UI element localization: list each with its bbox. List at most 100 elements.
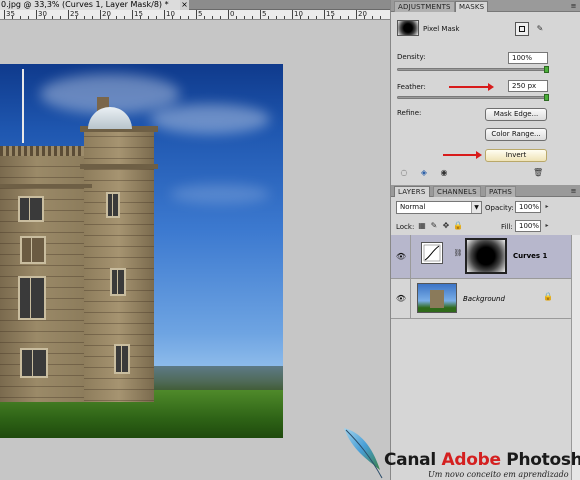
ruler-minor-tick <box>188 16 189 19</box>
layer-mask-thumbnail[interactable] <box>465 238 507 274</box>
pixel-mask-icon[interactable] <box>515 22 529 36</box>
document-window: 0.jpg @ 33,3% (Curves 1, Layer Mask/8) *… <box>0 0 390 480</box>
ruler-minor-tick <box>252 16 253 19</box>
close-tab-icon[interactable]: × <box>180 0 189 10</box>
color-range-button[interactable]: Color Range... <box>485 128 547 141</box>
vector-mask-icon[interactable]: ✎ <box>535 24 545 34</box>
ruler-minor-tick <box>84 16 85 19</box>
ruler-minor-tick <box>212 16 213 19</box>
ruler-minor-tick <box>148 16 149 19</box>
panel-menu-icon[interactable]: ≡ <box>569 2 578 10</box>
ruler-tick <box>196 10 197 19</box>
ruler-minor-tick <box>284 16 285 19</box>
tab-layers[interactable]: LAYERS <box>394 186 430 197</box>
density-slider-knob[interactable] <box>544 66 549 73</box>
ruler-tick <box>356 10 357 19</box>
blend-mode-value: Normal <box>400 203 426 211</box>
opacity-label: Opacity: <box>485 204 514 212</box>
density-field[interactable]: 100% <box>508 52 548 64</box>
roof-balustrade <box>0 146 84 156</box>
ruler-minor-tick <box>348 16 349 19</box>
ruler-number: 10 <box>294 10 303 18</box>
ruler-tick <box>228 10 229 19</box>
ruler-tick <box>292 10 293 19</box>
feather-slider-knob[interactable] <box>544 94 549 101</box>
load-selection-icon[interactable]: ◌ <box>399 168 409 178</box>
ruler-minor-tick <box>300 16 301 19</box>
apply-mask-icon[interactable]: ◈ <box>419 168 429 178</box>
density-slider[interactable] <box>397 68 549 71</box>
mask-thumbnail <box>397 20 419 36</box>
ruler-tick <box>324 10 325 19</box>
layer-name[interactable]: Background <box>463 295 505 303</box>
canvas-area[interactable] <box>0 21 390 480</box>
ruler-number: 35 <box>6 10 15 18</box>
feather-label: Feather: <box>397 83 426 91</box>
brand-tagline: Um novo conceito em aprendizado <box>428 470 569 479</box>
horizontal-ruler: 35 30 25 20 15 10 5 0 5 10 15 20 <box>0 10 390 20</box>
fill-chevron-icon[interactable]: ▸ <box>542 221 552 231</box>
mask-edge-button[interactable]: Mask Edge... <box>485 108 547 121</box>
fill-field[interactable]: 100% <box>515 220 541 232</box>
layer-row-curves[interactable]: 👁 ⛓ Curves 1 <box>391 235 571 279</box>
ruler-number: 10 <box>166 10 175 18</box>
ruler-tick <box>68 10 69 19</box>
ruler-minor-tick <box>124 16 125 19</box>
tab-channels[interactable]: CHANNELS <box>433 186 481 197</box>
ruler-number: 15 <box>326 10 335 18</box>
ruler-minor-tick <box>76 16 77 19</box>
ruler-tick <box>4 10 5 19</box>
lock-label: Lock: <box>396 223 415 231</box>
ruler-minor-tick <box>172 16 173 19</box>
opacity-chevron-icon[interactable]: ▸ <box>542 202 552 212</box>
ruler-number: 5 <box>198 10 203 18</box>
lock-position-icon[interactable]: ✥ <box>441 221 451 231</box>
eye-icon[interactable]: 👁 <box>395 294 407 304</box>
lock-icon: 🔒 <box>543 292 553 301</box>
tab-adjustments[interactable]: ADJUSTMENTS <box>394 1 455 12</box>
delete-mask-icon[interactable]: 🗑 <box>533 168 543 178</box>
panel-dock: ADJUSTMENTS MASKS ≡ Pixel Mask ✎ Density… <box>390 0 580 480</box>
document-tab[interactable]: 0.jpg @ 33,3% (Curves 1, Layer Mask/8) * <box>0 0 185 10</box>
lock-image-icon[interactable]: ✎ <box>429 221 439 231</box>
layers-menu-icon[interactable]: ≡ <box>569 187 578 195</box>
layer-name[interactable]: Curves 1 <box>513 252 547 260</box>
visibility-mask-icon[interactable]: ◉ <box>439 168 449 178</box>
annotation-arrow-feather <box>449 83 494 91</box>
ruler-minor-tick <box>268 16 269 19</box>
ruler-minor-tick <box>332 16 333 19</box>
link-icon[interactable]: ⛓ <box>453 248 463 258</box>
density-label: Density: <box>397 53 426 61</box>
watermark: Canal Adobe Photoshop Um novo conceito e… <box>338 424 580 480</box>
ruler-tick <box>100 10 101 19</box>
feather-slider[interactable] <box>397 96 549 99</box>
brand-canal: Canal <box>384 450 442 470</box>
ruler-minor-tick <box>308 16 309 19</box>
ruler-minor-tick <box>60 16 61 19</box>
tab-masks[interactable]: MASKS <box>455 1 489 12</box>
lock-transparent-icon[interactable]: ▦ <box>417 221 427 231</box>
brand-adobe: Adobe <box>441 450 501 470</box>
ruler-minor-tick <box>380 16 381 19</box>
blend-mode-select[interactable]: Normal ▼ <box>396 201 482 214</box>
invert-button[interactable]: Invert <box>485 149 547 162</box>
ruler-minor-tick <box>52 16 53 19</box>
feather-field[interactable]: 250 px <box>508 80 548 92</box>
photo-canvas[interactable] <box>0 64 283 438</box>
lock-all-icon[interactable]: 🔒 <box>453 221 463 231</box>
ruler-tick <box>260 10 261 19</box>
ruler-tick <box>36 10 37 19</box>
ruler-minor-tick <box>276 16 277 19</box>
ruler-minor-tick <box>12 16 13 19</box>
eye-icon[interactable]: 👁 <box>395 252 407 262</box>
feather-logo-icon <box>344 428 383 479</box>
tab-paths[interactable]: PATHS <box>485 186 517 197</box>
flagpole <box>22 69 24 143</box>
ruler-minor-tick <box>236 16 237 19</box>
ruler-tick <box>132 10 133 19</box>
ruler-minor-tick <box>156 16 157 19</box>
layer-row-background[interactable]: 👁 Background 🔒 <box>391 279 571 319</box>
ruler-minor-tick <box>220 16 221 19</box>
refine-label: Refine: <box>397 109 422 117</box>
opacity-field[interactable]: 100% <box>515 201 541 213</box>
